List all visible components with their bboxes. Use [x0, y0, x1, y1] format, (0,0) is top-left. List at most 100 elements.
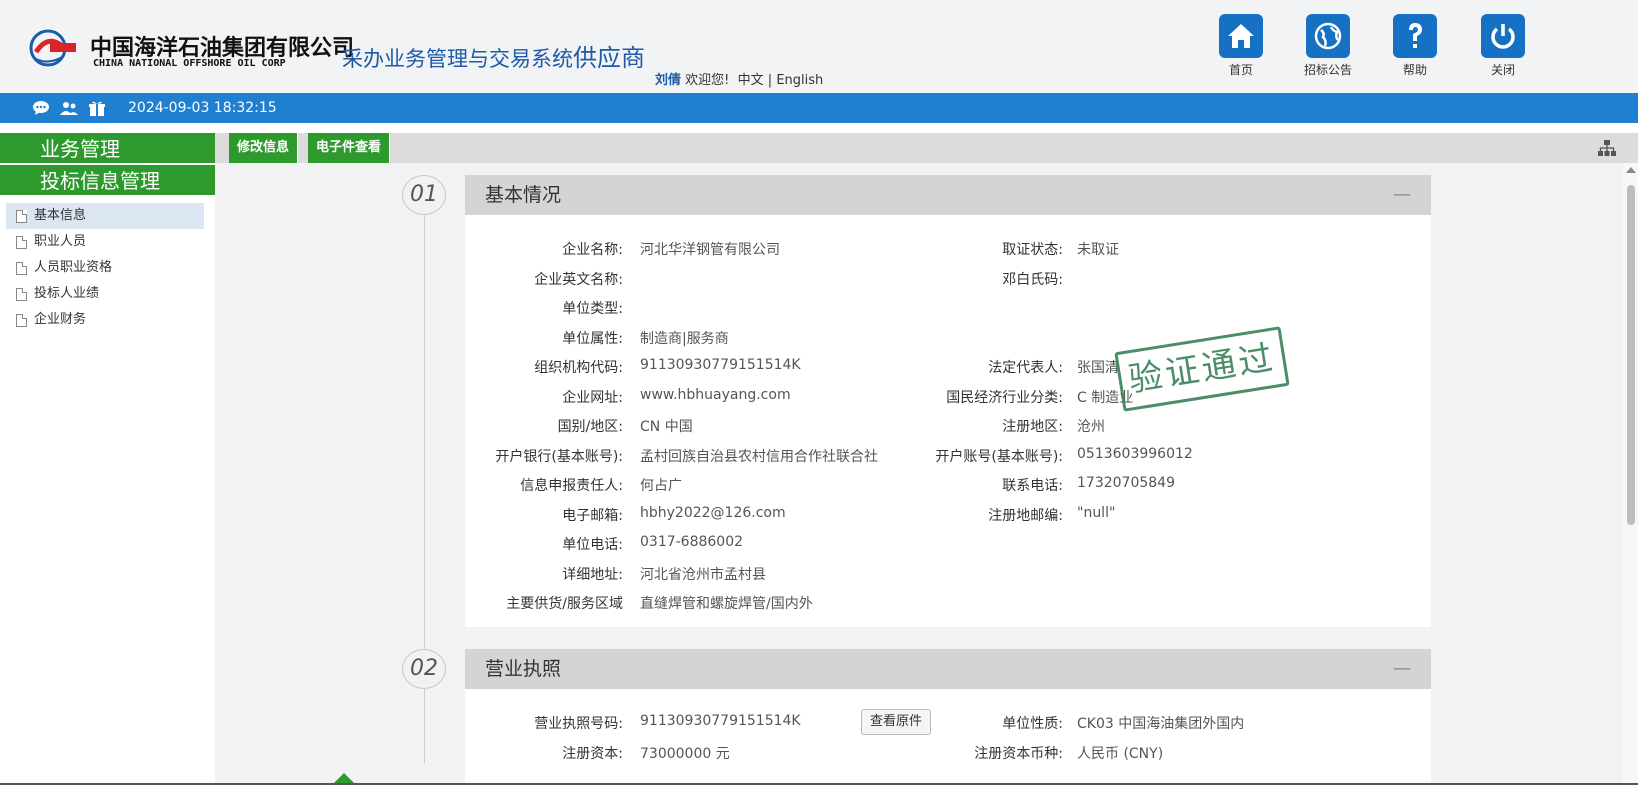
header-bar: 中国海洋石油集团有限公司 CHINA NATIONAL OFFSHORE OIL…: [0, 0, 1638, 93]
vertical-scrollbar[interactable]: [1623, 163, 1638, 783]
field-row: 组织机构代码: 91130930779151514K: [465, 357, 945, 377]
lang-separator: |: [767, 73, 773, 88]
field-value: 河北华洋钢管有限公司: [640, 242, 780, 258]
field-label: 主要供货/服务区域: [506, 596, 623, 612]
field-value: 0317-6886002: [640, 534, 744, 550]
status-bar: 2024-09-03 18:32:15: [0, 93, 1638, 123]
field-label: 单位电话:: [562, 537, 623, 553]
field-row: 单位类型:: [465, 298, 945, 318]
content-toolbar: 修改信息 电子件查看: [215, 133, 1638, 163]
field-row: 国别/地区: CN 中国: [465, 416, 945, 436]
field-value: 张国清: [1077, 360, 1119, 376]
field-label: 开户账号(基本账号):: [935, 448, 1063, 465]
scroll-up-arrow-icon[interactable]: [1626, 167, 1636, 173]
field-row: 企业名称: 河北华洋钢管有限公司: [465, 239, 945, 259]
field-row: 信息申报责任人: 何占广: [465, 475, 945, 495]
users-icon[interactable]: [60, 100, 78, 116]
field-label: 注册地邮编:: [988, 507, 1063, 524]
license-row: 营业执照号码: 91130930779151514K 查看原件 单位性质: CK…: [465, 709, 1431, 735]
back-to-top-icon[interactable]: [334, 773, 354, 783]
bottom-area: [0, 785, 1638, 798]
basic-info-panel: 基本情况 — 企业名称: 河北华洋钢管有限公司企业英文名称: 单位类型: 单位属性: 制…: [465, 175, 1431, 627]
brand-name-en: CHINA NATIONAL OFFSHORE OIL CORP: [93, 58, 286, 69]
sidebar-item-basic-info[interactable]: 基本信息: [6, 203, 204, 229]
tender-notice-label: 招标公告: [1303, 63, 1352, 77]
section-number: 01: [402, 175, 446, 215]
home-button[interactable]: 首页: [1206, 14, 1276, 78]
close-button[interactable]: 关闭: [1468, 14, 1538, 78]
field-label: 邓白氏码:: [1002, 271, 1063, 288]
edit-info-button[interactable]: 修改信息: [229, 133, 299, 163]
document-icon: [16, 313, 27, 327]
efile-view-button[interactable]: 电子件查看: [308, 133, 391, 163]
power-icon: [1481, 14, 1525, 58]
license-number-value: 91130930779151514K: [640, 713, 801, 729]
scroll-thumb[interactable]: [1627, 185, 1635, 525]
field-label: 开户银行(基本账号):: [495, 448, 623, 465]
system-title-text: 采办业务管理与交易系统: [342, 47, 573, 71]
collapse-button[interactable]: —: [1393, 649, 1411, 689]
lang-en-link[interactable]: English: [776, 73, 823, 88]
field-value: 91130930779151514K: [640, 357, 801, 373]
capital-currency-value: 人民币 (CNY): [1077, 746, 1164, 762]
business-license-panel: 营业执照 — 营业执照号码: 91130930779151514K 查看原件 单…: [465, 649, 1431, 783]
field-label: 企业网址:: [562, 389, 623, 406]
field-value: 未取证: [1077, 242, 1119, 258]
field-row: 开户银行(基本账号): 孟村回族自治县农村信用合作社联合社: [465, 446, 945, 466]
field-row: 开户账号(基本账号): 0513603996012: [905, 446, 1425, 466]
field-value: 河北省沧州市孟村县: [640, 566, 766, 583]
sidebar-item-finance[interactable]: 企业财务: [6, 307, 204, 333]
field-label: 国别/地区:: [557, 419, 623, 435]
field-label: 企业英文名称:: [534, 271, 623, 288]
field-row: 详细地址: 河北省沧州市孟村县: [465, 564, 945, 584]
panel-title: 基本情况: [485, 184, 562, 206]
sidebar-item-label: 基本信息: [34, 208, 87, 223]
field-row: 单位电话: 0317-6886002: [465, 534, 945, 554]
license-number-label: 营业执照号码:: [534, 716, 623, 732]
sidebar-item-qualifications[interactable]: 人员职业资格: [6, 255, 204, 281]
tender-notice-button[interactable]: 招标公告: [1293, 14, 1363, 78]
sidebar-item-label: 人员职业资格: [34, 260, 113, 275]
field-row: 邓白氏码:: [905, 269, 1425, 289]
field-label: 企业名称:: [562, 242, 623, 258]
field-row: 注册地邮编: "null": [905, 505, 1425, 525]
field-value: 孟村回族自治县农村信用合作社联合社: [640, 448, 878, 465]
field-row: 企业网址: www.hbhuayang.com: [465, 387, 945, 407]
sidebar-section-bid-info[interactable]: 投标信息管理: [0, 165, 215, 197]
sitemap-icon[interactable]: [1598, 140, 1616, 156]
welcome-text: 欢迎您!: [685, 73, 730, 88]
document-icon: [16, 235, 27, 249]
field-row: 企业英文名称:: [465, 269, 945, 289]
home-icon: [1219, 14, 1263, 58]
sidebar-item-label: 企业财务: [34, 312, 87, 327]
field-value: 沧州: [1077, 419, 1105, 435]
help-button[interactable]: 帮助: [1380, 14, 1450, 78]
panel-title: 营业执照: [485, 658, 562, 680]
collapse-button[interactable]: —: [1393, 175, 1411, 215]
sidebar: 业务管理 投标信息管理 基本信息 职业人员 人员职业资格 投标人业绩 企业财务: [0, 133, 215, 798]
lang-cn-link[interactable]: 中文: [738, 73, 764, 88]
field-value: 制造商|服务商: [640, 330, 729, 347]
sidebar-item-personnel[interactable]: 职业人员: [6, 229, 204, 255]
sidebar-item-label: 职业人员: [34, 234, 87, 249]
sidebar-section-business[interactable]: 业务管理: [0, 133, 215, 165]
field-label: 国民经济行业分类:: [946, 389, 1063, 406]
sidebar-menu: 基本信息 职业人员 人员职业资格 投标人业绩 企业财务: [0, 203, 215, 333]
chat-icon[interactable]: [32, 100, 50, 116]
home-label: 首页: [1228, 63, 1253, 77]
sidebar-item-label: 投标人业绩: [34, 286, 100, 301]
system-title: 采办业务管理与交易系统供应商: [342, 38, 645, 73]
field-value: 17320705849: [1077, 475, 1175, 491]
field-row: 注册地区: 沧州: [905, 416, 1425, 436]
field-value: www.hbhuayang.com: [640, 386, 791, 403]
current-datetime: 2024-09-03 18:32:15: [128, 100, 277, 116]
field-row: 电子邮箱: hbhy2022@126.com: [465, 505, 945, 525]
field-value: "null": [1077, 504, 1116, 521]
document-icon: [16, 209, 27, 223]
sidebar-item-performance[interactable]: 投标人业绩: [6, 281, 204, 307]
document-icon: [16, 261, 27, 275]
field-row: 单位属性: 制造商|服务商: [465, 328, 945, 348]
field-value: 何占广: [640, 478, 682, 494]
gift-icon[interactable]: [88, 100, 106, 116]
field-row: 取证状态: 未取证: [905, 239, 1425, 259]
